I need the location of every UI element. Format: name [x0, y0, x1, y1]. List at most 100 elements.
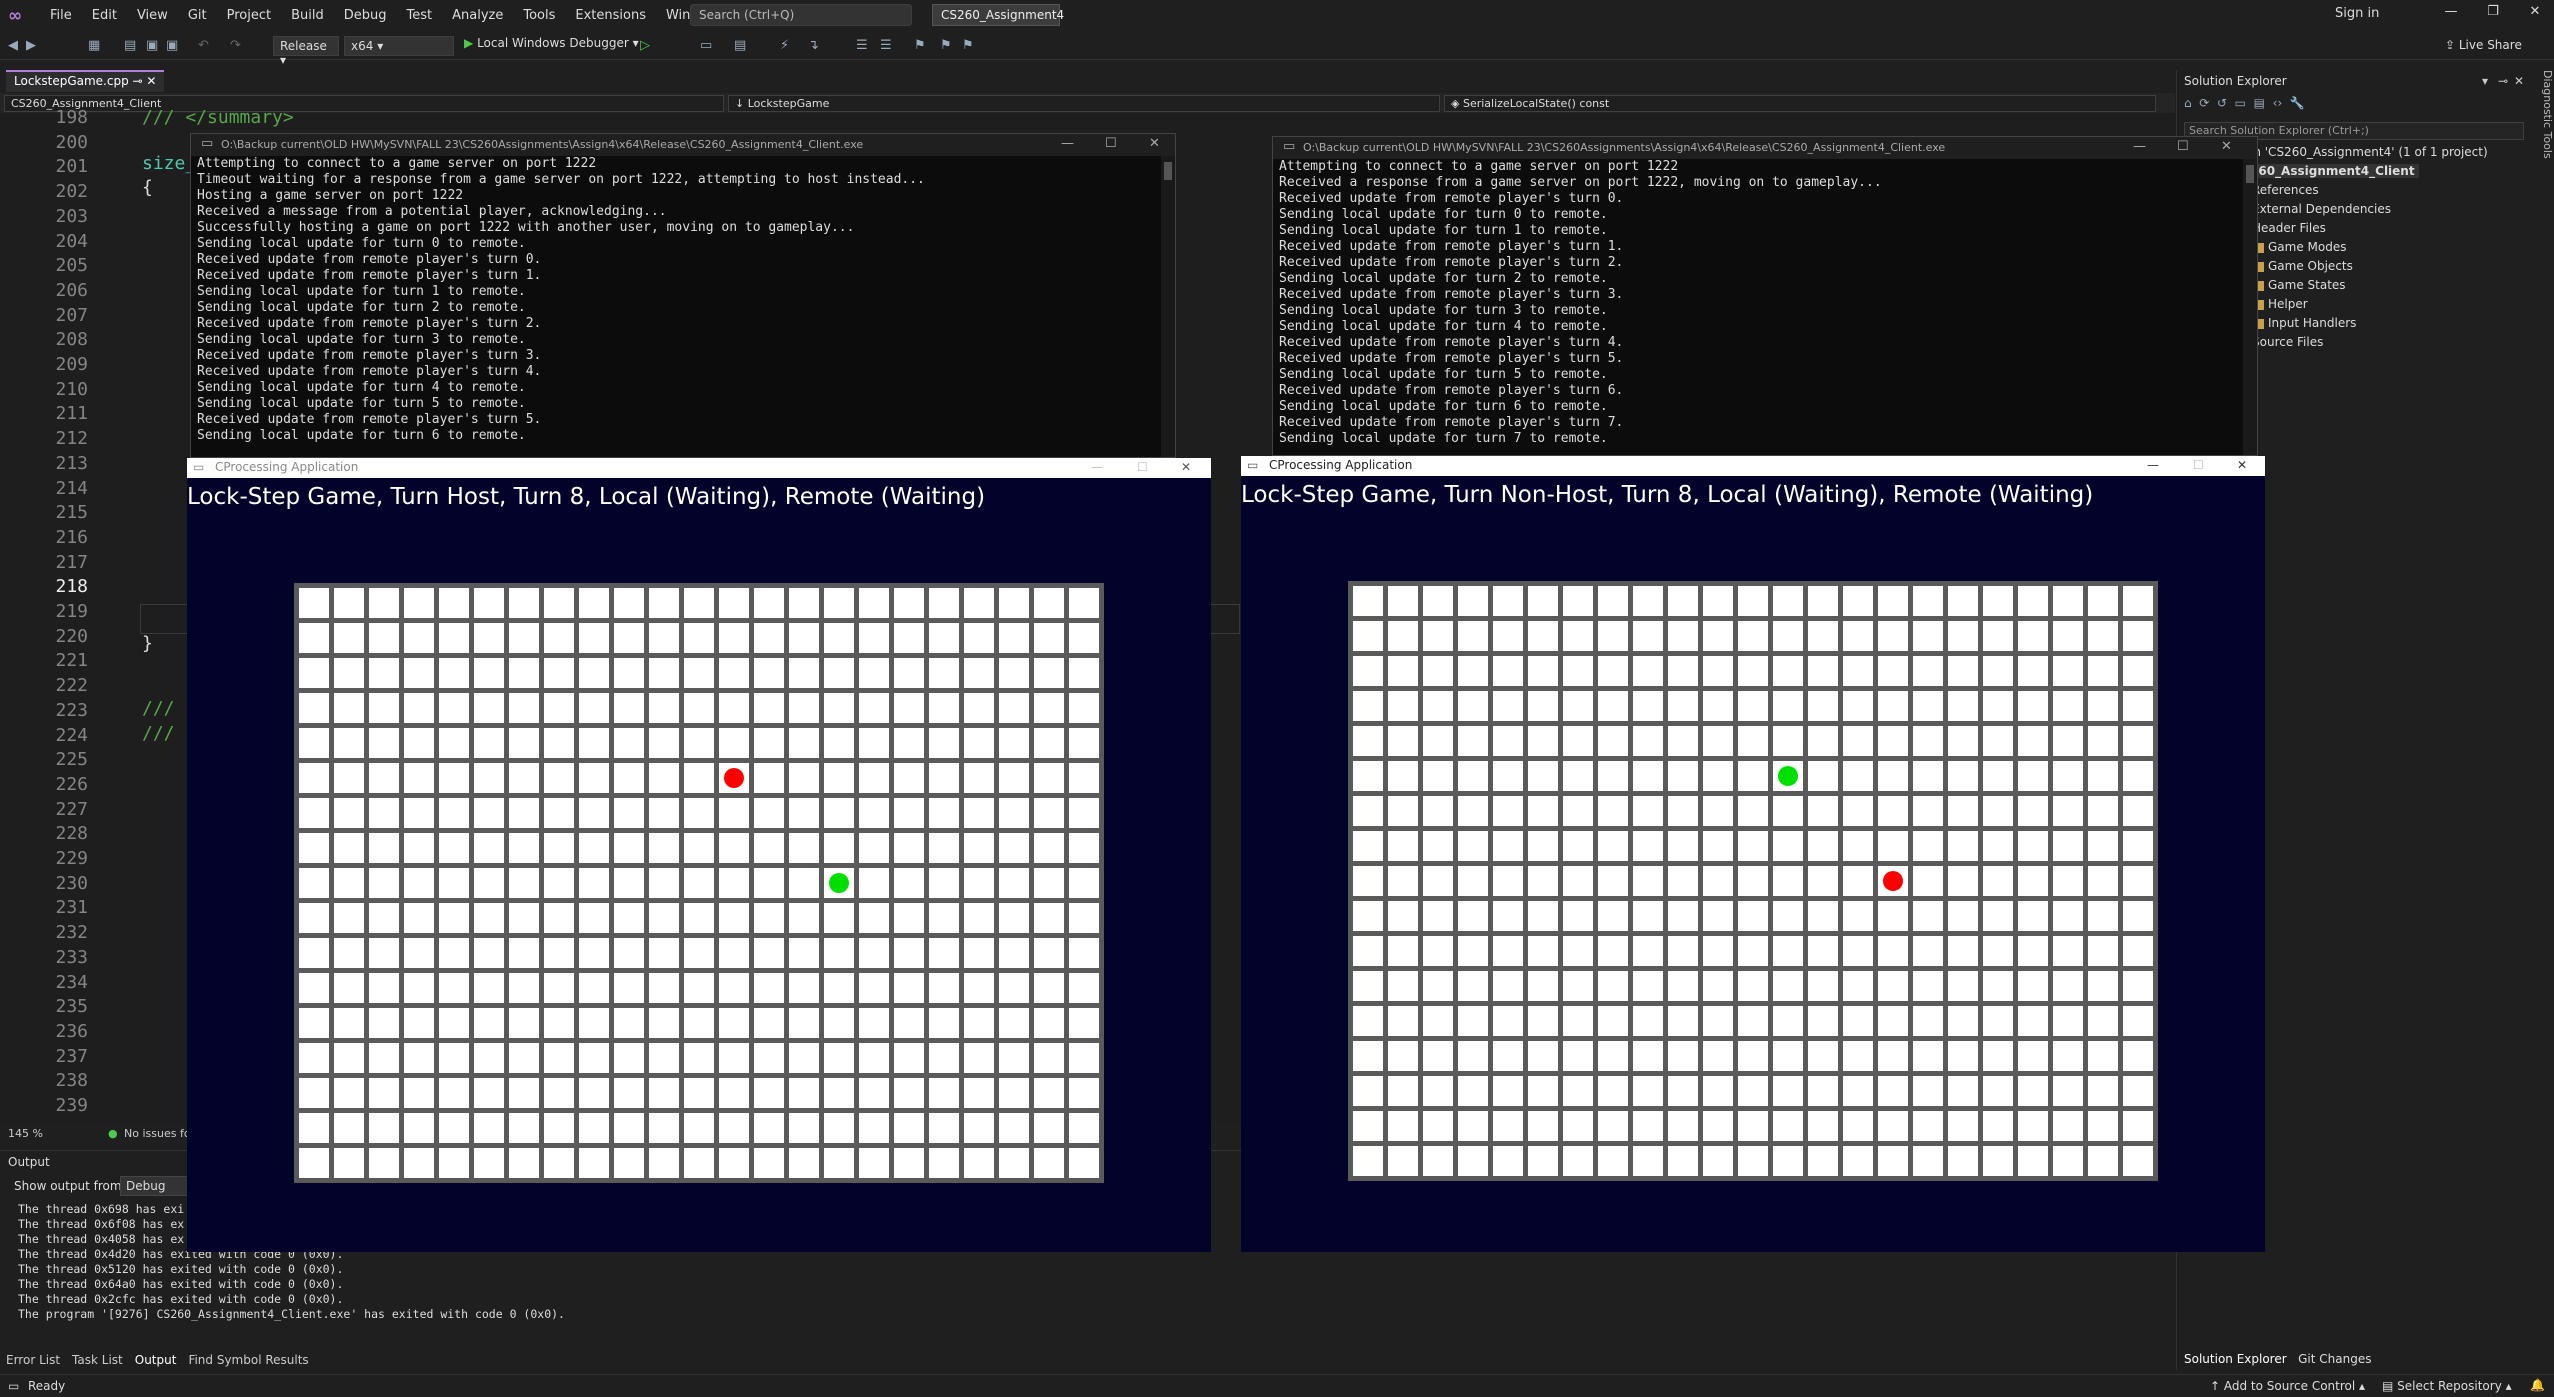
grid-cell[interactable]: [929, 833, 959, 863]
grid-cell[interactable]: [2088, 656, 2118, 686]
grid-cell[interactable]: [1563, 1076, 1593, 1106]
grid-cell[interactable]: [2088, 586, 2118, 616]
hot-reload-icon[interactable]: ⚡: [780, 38, 789, 53]
grid-cell[interactable]: [1913, 901, 1943, 931]
grid-cell[interactable]: [369, 833, 399, 863]
grid-cell[interactable]: [1563, 726, 1593, 756]
grid-cell[interactable]: [894, 588, 924, 618]
grid-cell[interactable]: [789, 798, 819, 828]
console-window-client[interactable]: O:\Backup current\OLD HW\MySVN\FALL 23\C…: [1272, 136, 2258, 456]
grid-cell[interactable]: [1563, 971, 1593, 1001]
grid-cell[interactable]: [1069, 903, 1099, 933]
grid-cell[interactable]: [929, 658, 959, 688]
grid-cell[interactable]: [509, 1113, 539, 1143]
grid-cell[interactable]: [579, 728, 609, 758]
grid-cell[interactable]: [369, 798, 399, 828]
grid-cell[interactable]: [2018, 656, 2048, 686]
grid-cell[interactable]: [509, 938, 539, 968]
grid-cell[interactable]: [1493, 1006, 1523, 1036]
grid-cell[interactable]: [1913, 1076, 1943, 1106]
grid-cell[interactable]: [2123, 621, 2153, 651]
grid-cell[interactable]: [894, 868, 924, 898]
grid-cell[interactable]: [299, 798, 329, 828]
forward-icon[interactable]: ▶: [26, 38, 36, 53]
grid-cell[interactable]: [789, 588, 819, 618]
grid-cell[interactable]: [1423, 1006, 1453, 1036]
grid-cell[interactable]: [544, 658, 574, 688]
tree-item-game-states[interactable]: Game States: [2252, 278, 2346, 292]
grid-cell[interactable]: [1388, 761, 1418, 791]
restore-icon[interactable]: ❐: [2472, 4, 2514, 19]
grid-cell[interactable]: [509, 973, 539, 1003]
grid-cell[interactable]: [649, 833, 679, 863]
grid-cell[interactable]: [1388, 691, 1418, 721]
grid-cell[interactable]: [964, 1078, 994, 1108]
close-icon[interactable]: ✕: [1149, 136, 1160, 151]
grid-cell[interactable]: [1069, 798, 1099, 828]
grid-cell[interactable]: [474, 903, 504, 933]
menu-project[interactable]: Project: [217, 0, 281, 32]
grid-cell[interactable]: [1633, 726, 1663, 756]
grid-cell[interactable]: [404, 938, 434, 968]
grid-cell[interactable]: [1493, 901, 1523, 931]
grid-cell[interactable]: [1773, 1041, 1803, 1071]
bookmark-prev-icon[interactable]: ⚑: [940, 38, 952, 53]
grid-cell[interactable]: [474, 728, 504, 758]
grid-cell[interactable]: [719, 658, 749, 688]
grid-cell[interactable]: [2018, 1111, 2048, 1141]
grid-cell[interactable]: [2123, 1076, 2153, 1106]
grid-cell[interactable]: [614, 973, 644, 1003]
grid-cell[interactable]: [1563, 586, 1593, 616]
grid-cell[interactable]: [1913, 621, 1943, 651]
grid-cell[interactable]: [1353, 691, 1383, 721]
grid-cell[interactable]: [1423, 1146, 1453, 1176]
grid-cell[interactable]: [859, 938, 889, 968]
grid-cell[interactable]: [894, 763, 924, 793]
grid-cell[interactable]: [579, 623, 609, 653]
grid-cell[interactable]: [439, 868, 469, 898]
grid-cell[interactable]: [1633, 621, 1663, 651]
grid-cell[interactable]: [1493, 726, 1523, 756]
grid-cell[interactable]: [1069, 833, 1099, 863]
grid-cell[interactable]: [1353, 1006, 1383, 1036]
grid-cell[interactable]: [1738, 796, 1768, 826]
grid-cell[interactable]: [1069, 868, 1099, 898]
grid-cell[interactable]: [1388, 796, 1418, 826]
grid-cell[interactable]: [1388, 866, 1418, 896]
grid-cell[interactable]: [1913, 1111, 1943, 1141]
grid-cell[interactable]: [2088, 621, 2118, 651]
live-share-button[interactable]: ⇪ Live Share: [2445, 38, 2522, 52]
grid-cell[interactable]: [1983, 761, 2013, 791]
grid-cell[interactable]: [1388, 901, 1418, 931]
grid-cell[interactable]: [369, 1148, 399, 1178]
grid-cell[interactable]: [2088, 936, 2118, 966]
grid-cell[interactable]: [1633, 761, 1663, 791]
grid-cell[interactable]: [684, 868, 714, 898]
grid-cell[interactable]: [999, 623, 1029, 653]
grid-cell[interactable]: [964, 833, 994, 863]
grid-cell[interactable]: [719, 1078, 749, 1108]
grid-cell[interactable]: [1069, 658, 1099, 688]
grid-cell[interactable]: [1353, 761, 1383, 791]
grid-cell[interactable]: [1034, 693, 1064, 723]
grid-cell[interactable]: [999, 763, 1029, 793]
grid-cell[interactable]: [1034, 1148, 1064, 1178]
grid-cell[interactable]: [1563, 936, 1593, 966]
grid-cell[interactable]: [2123, 761, 2153, 791]
grid-cell[interactable]: [789, 1113, 819, 1143]
grid-cell[interactable]: [1983, 866, 2013, 896]
menu-build[interactable]: Build: [281, 0, 334, 32]
grid-cell[interactable]: [964, 1043, 994, 1073]
grid-cell[interactable]: [334, 623, 364, 653]
open-file-icon[interactable]: ▤: [124, 38, 136, 53]
grid-cell[interactable]: [754, 588, 784, 618]
grid-cell[interactable]: [999, 973, 1029, 1003]
grid-cell[interactable]: [859, 693, 889, 723]
grid-cell[interactable]: [789, 1043, 819, 1073]
grid-cell[interactable]: [1703, 1111, 1733, 1141]
grid-cell[interactable]: [439, 1148, 469, 1178]
grid-cell[interactable]: [824, 903, 854, 933]
grid-cell[interactable]: [404, 798, 434, 828]
layout-icon[interactable]: ▤: [734, 38, 746, 53]
project-dropdown[interactable]: CS260_Assignment4_Client: [4, 95, 724, 112]
